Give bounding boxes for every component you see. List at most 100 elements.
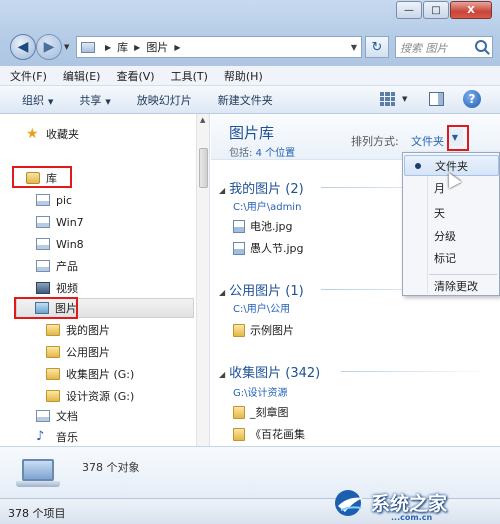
refresh-button[interactable]: ↻ <box>365 36 389 58</box>
menu-item-day[interactable]: 天 <box>404 202 499 223</box>
forward-button[interactable]: ▶ <box>36 34 62 60</box>
video-library-icon <box>36 282 50 294</box>
breadcrumb-separator-icon[interactable]: ▶ <box>105 43 111 52</box>
menu-item-clear-changes[interactable]: 清除更改 <box>404 275 499 296</box>
menu-item-label: 清除更改 <box>434 279 478 293</box>
nav-item-label: pic <box>56 193 73 207</box>
breadcrumb-separator-icon[interactable]: ▶ <box>134 43 140 52</box>
menu-item-rating[interactable]: 分级 <box>404 225 499 246</box>
chevron-down-icon: ▼ <box>105 97 111 106</box>
back-button[interactable]: ◀ <box>10 34 36 60</box>
nav-item-music[interactable]: ♪ 音乐 <box>36 427 78 446</box>
breadcrumb-pictures[interactable]: 图片 <box>146 39 168 55</box>
menu-item-label: 分级 <box>434 229 456 243</box>
file-item[interactable]: 愚人节.jpg <box>233 240 304 256</box>
nav-subitem-label: 我的图片 <box>66 324 110 337</box>
group-header-my-pictures[interactable]: ◢ 我的图片 (2) <box>219 178 304 197</box>
nav-item-label: 文档 <box>56 410 78 423</box>
nav-subitem-my-pictures[interactable]: 我的图片 <box>46 320 110 340</box>
search-input[interactable]: 搜索 图片 <box>395 36 493 58</box>
new-folder-button[interactable]: 新建文件夹 <box>218 92 273 108</box>
nav-item-pic[interactable]: pic <box>36 190 72 210</box>
menu-edit[interactable]: 编辑(E) <box>63 68 101 84</box>
menu-bar: 文件(F) 编辑(E) 查看(V) 工具(T) 帮助(H) <box>0 66 500 86</box>
view-options-dropdown[interactable]: ▼ <box>402 95 407 103</box>
image-file-icon <box>233 241 245 255</box>
recent-pages-dropdown[interactable]: ▼ <box>64 43 69 51</box>
group-header-public-pictures[interactable]: ◢ 公用图片 (1) <box>219 280 304 299</box>
image-file-icon <box>233 219 245 233</box>
nav-item-label: 产品 <box>56 260 78 273</box>
back-arrow-icon: ◀ <box>17 39 29 55</box>
share-button[interactable]: 共享 ▼ <box>79 92 110 108</box>
nav-item-label: Win8 <box>56 237 84 251</box>
maximize-button[interactable]: □ <box>423 1 449 19</box>
highlight-box-pictures <box>14 297 78 319</box>
folder-item[interactable]: 示例图片 <box>233 322 294 338</box>
nav-item-documents[interactable]: 文档 <box>36 406 78 426</box>
group-path[interactable]: G:\设计资源 <box>233 384 288 399</box>
group-path[interactable]: C:\用户\公用 <box>233 300 290 315</box>
menu-help[interactable]: 帮助(H) <box>224 68 263 84</box>
file-item[interactable]: 电池.jpg <box>233 218 293 234</box>
address-history-dropdown[interactable]: ▼ <box>351 43 357 52</box>
folder-icon <box>46 390 60 402</box>
arrange-by-value[interactable]: 文件夹 <box>411 133 444 149</box>
nav-item-videos[interactable]: 视频 <box>36 278 78 298</box>
organize-button[interactable]: 组织 ▼ <box>22 92 53 108</box>
scroll-up-icon[interactable]: ▲ <box>200 116 205 124</box>
library-icon <box>36 238 50 250</box>
nav-subitem-public-pictures[interactable]: 公用图片 <box>46 342 110 362</box>
watermark-text: 系统之家 <box>371 493 448 515</box>
nav-item-products[interactable]: 产品 <box>36 256 78 276</box>
minimize-button[interactable]: — <box>396 1 422 19</box>
group-title: 我的图片 (2) <box>229 182 304 197</box>
collapse-icon[interactable]: ◢ <box>219 370 225 379</box>
folder-name: _刻章图 <box>250 406 289 419</box>
menu-view[interactable]: 查看(V) <box>116 68 154 84</box>
change-view-icon[interactable] <box>380 92 395 106</box>
refresh-icon: ↻ <box>371 39 383 55</box>
highlight-box-libraries <box>12 166 72 188</box>
watermark: 系统之家 ...com.cn <box>333 484 500 524</box>
scroll-thumb[interactable] <box>199 148 208 188</box>
nav-item-win7[interactable]: Win7 <box>36 212 84 232</box>
group-header-collected[interactable]: ◢ 收集图片 (342) <box>219 362 320 381</box>
nav-subitem-design[interactable]: 设计资源 (G:) <box>46 386 134 406</box>
help-icon[interactable]: ? <box>463 90 481 108</box>
organize-label: 组织 <box>22 93 44 107</box>
preview-pane-icon[interactable] <box>429 92 444 106</box>
nav-scrollbar[interactable]: ▲ <box>196 114 209 446</box>
library-includes: 包括: 4 个位置 <box>229 144 295 159</box>
highlight-box-arrange-dropdown <box>447 125 469 151</box>
nav-subitem-label: 设计资源 (G:) <box>66 390 135 403</box>
navigation-pane: ★ 收藏夹 库 pic Win7 Win8 产品 视频 图片 我的图片 公用图片… <box>0 114 210 446</box>
nav-item-label: 音乐 <box>56 431 78 444</box>
locations-link[interactable]: 4 个位置 <box>256 148 296 159</box>
library-icon <box>36 216 50 228</box>
share-label: 共享 <box>79 93 102 107</box>
chevron-down-icon: ▼ <box>48 97 54 106</box>
folder-icon <box>233 405 245 419</box>
collapse-icon[interactable]: ◢ <box>219 186 225 195</box>
nav-favorites[interactable]: ★ 收藏夹 <box>26 124 79 144</box>
folder-item[interactable]: 《百花画集 <box>233 426 305 442</box>
breadcrumb-library[interactable]: 库 <box>117 39 128 55</box>
folder-icon <box>233 323 245 337</box>
close-button[interactable]: X <box>450 1 492 19</box>
menu-file[interactable]: 文件(F) <box>10 68 47 84</box>
nav-subitem-collected[interactable]: 收集图片 (G:) <box>46 364 134 384</box>
library-icon <box>81 41 95 53</box>
slideshow-button[interactable]: 放映幻灯片 <box>137 92 192 108</box>
menu-tools[interactable]: 工具(T) <box>171 68 208 84</box>
breadcrumb-separator-icon[interactable]: ▶ <box>174 43 180 52</box>
collapse-icon[interactable]: ◢ <box>219 288 225 297</box>
nav-item-win8[interactable]: Win8 <box>36 234 84 254</box>
folder-item[interactable]: _刻章图 <box>233 404 289 420</box>
address-bar[interactable]: ▶ 库 ▶ 图片 ▶ ▼ <box>76 36 362 58</box>
group-path[interactable]: C:\用户\admin <box>233 198 301 213</box>
group-divider <box>341 371 491 372</box>
forward-arrow-icon: ▶ <box>43 39 55 55</box>
folder-name: 示例图片 <box>250 324 294 337</box>
menu-item-tag[interactable]: 标记 <box>404 247 499 268</box>
